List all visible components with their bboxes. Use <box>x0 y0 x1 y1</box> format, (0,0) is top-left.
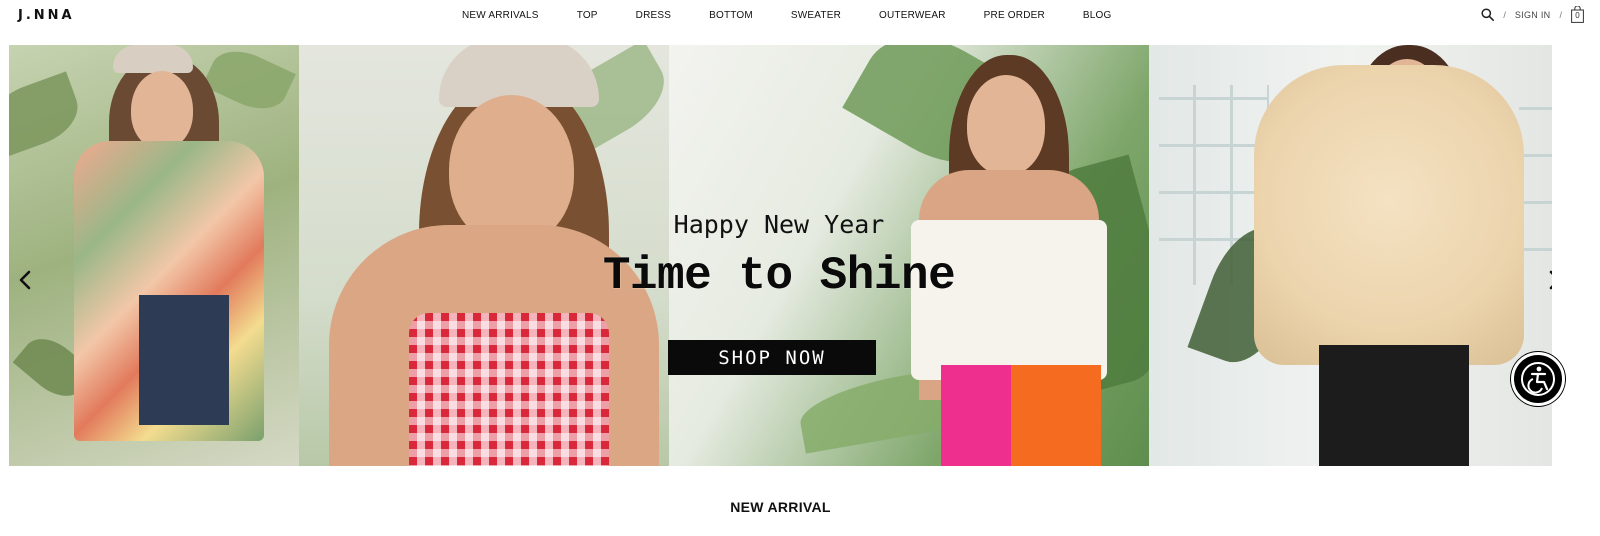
hero-subtitle: Happy New Year <box>673 210 885 239</box>
separator: / <box>1503 9 1506 20</box>
site-logo[interactable]: J.NNA <box>18 8 75 23</box>
section-title-new-arrival: NEW ARRIVAL <box>730 499 831 515</box>
accessibility-button[interactable] <box>1511 352 1565 406</box>
model-figure <box>69 45 269 466</box>
separator: / <box>1559 9 1562 20</box>
chevron-right-icon[interactable] <box>1544 267 1552 293</box>
nav-item-new-arrivals[interactable]: NEW ARRIVALS <box>462 10 539 21</box>
hero-image-panel <box>9 45 299 466</box>
main-nav: NEW ARRIVALS TOP DRESS BOTTOM SWEATER OU… <box>462 8 1112 22</box>
shop-now-button[interactable]: SHOP NOW <box>668 340 876 375</box>
hero-title: Time to Shine <box>602 250 956 302</box>
sign-in-link[interactable]: SIGN IN <box>1515 10 1551 20</box>
nav-item-pre-order[interactable]: PRE ORDER <box>984 10 1045 21</box>
hero-image-panel <box>1149 45 1552 466</box>
nav-item-dress[interactable]: DRESS <box>636 10 671 21</box>
model-figure <box>1244 45 1534 466</box>
cart-count: 0 <box>1575 11 1580 20</box>
nav-item-blog[interactable]: BLOG <box>1083 10 1112 21</box>
search-icon[interactable] <box>1481 8 1495 21</box>
nav-item-top[interactable]: TOP <box>577 10 598 21</box>
chevron-left-icon[interactable] <box>15 267 37 293</box>
accessibility-icon <box>1521 362 1555 396</box>
site-header: J.NNA NEW ARRIVALS TOP DRESS BOTTOM SWEA… <box>0 0 1600 38</box>
nav-item-sweater[interactable]: SWEATER <box>791 10 841 21</box>
header-utilities: / SIGN IN / 0 <box>1481 6 1584 23</box>
cart-button[interactable]: 0 <box>1571 6 1584 23</box>
hero-banner[interactable]: Happy New Year Time to Shine SHOP NOW <box>9 45 1552 466</box>
nav-item-bottom[interactable]: BOTTOM <box>709 10 753 21</box>
nav-item-outerwear[interactable]: OUTERWEAR <box>879 10 946 21</box>
